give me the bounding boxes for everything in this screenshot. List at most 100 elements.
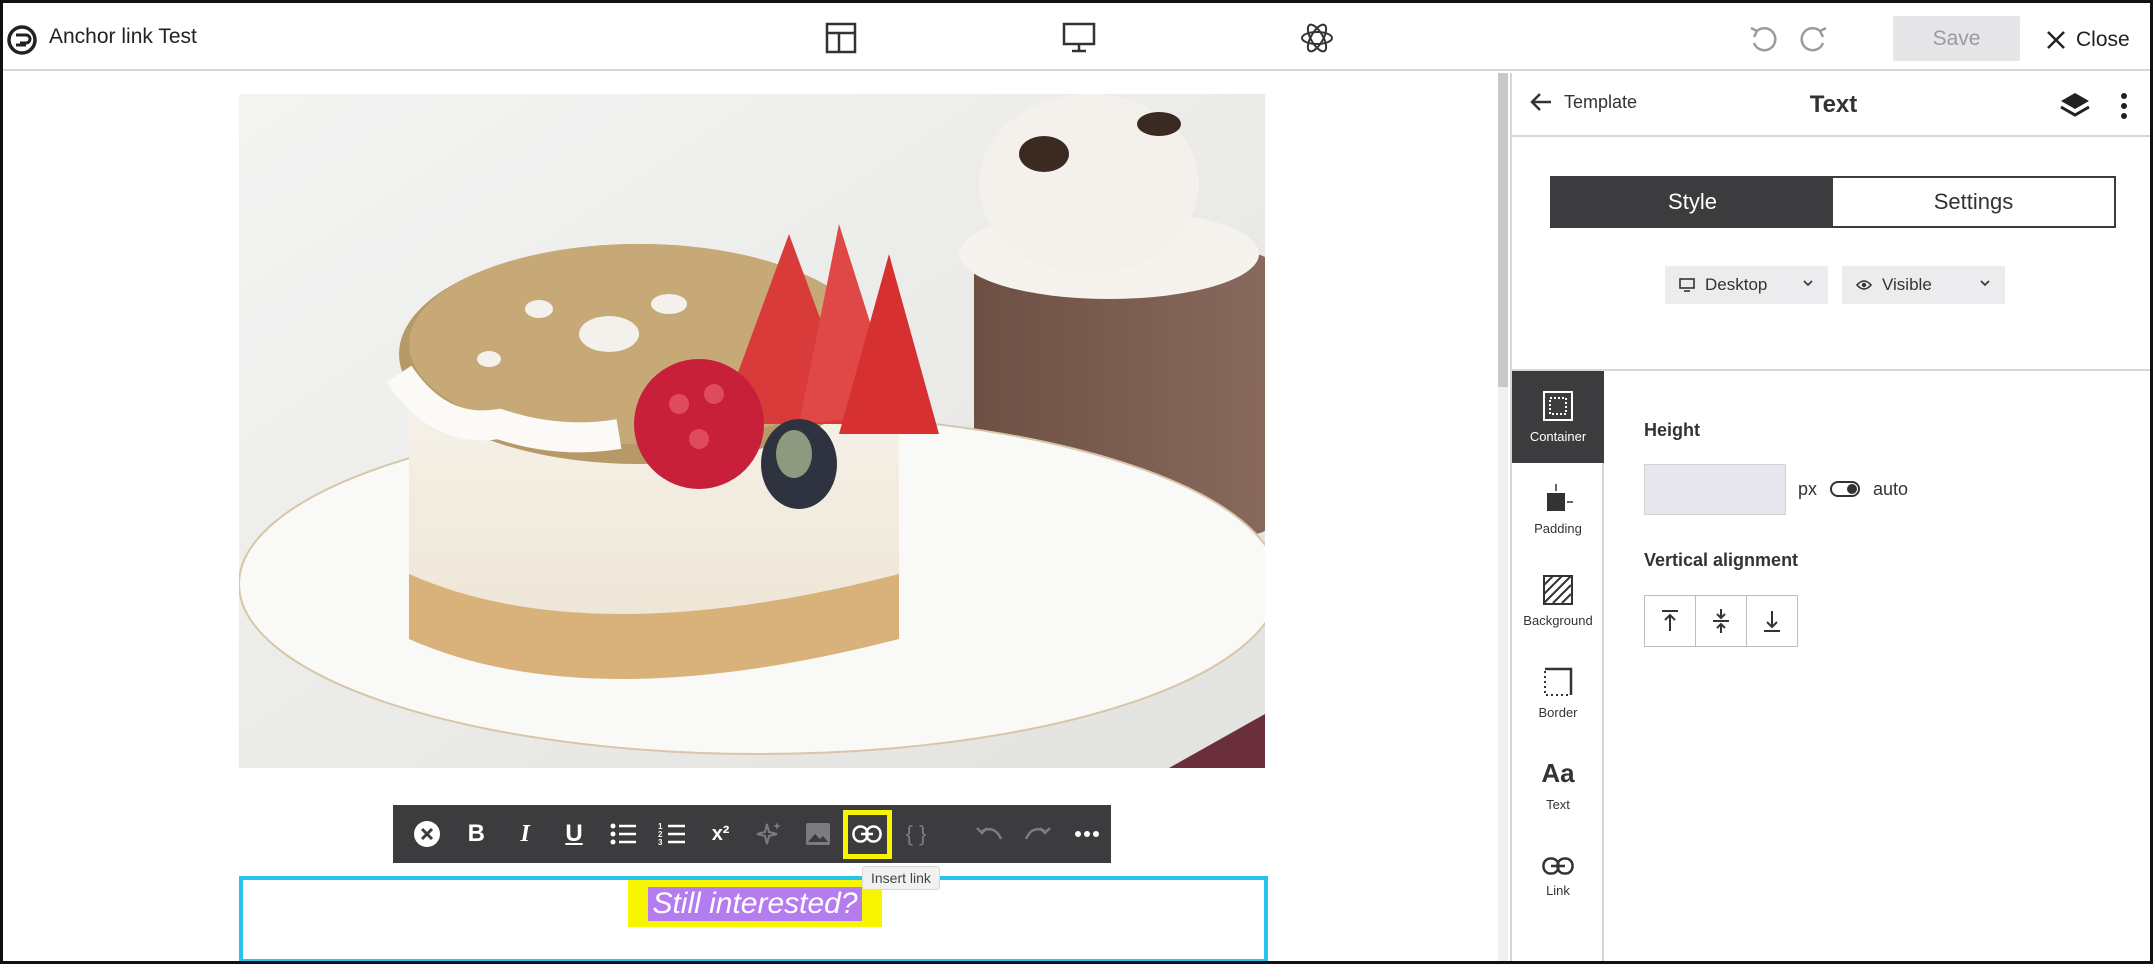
superscript-button[interactable]: x² [696, 810, 745, 859]
nav-item-link[interactable]: Link [1512, 831, 1604, 923]
nav-label: Padding [1534, 520, 1582, 536]
align-middle-button[interactable] [1696, 596, 1747, 646]
layers-icon[interactable] [2058, 91, 2092, 121]
align-bottom-icon [1764, 611, 1780, 632]
vertical-alignment-group [1644, 595, 1798, 647]
image-icon [806, 823, 831, 845]
link-icon [1542, 856, 1574, 875]
nav-item-text[interactable]: Aa Text [1512, 739, 1604, 831]
selected-text-highlight[interactable]: Still interested? [628, 880, 882, 927]
nav-label: Border [1538, 704, 1578, 720]
nav-label: Background [1523, 612, 1593, 628]
ai-assist-button[interactable] [745, 810, 794, 859]
close-icon [2047, 31, 2065, 49]
monitor-small-icon [1679, 278, 1695, 292]
tab-style[interactable]: Style [1552, 178, 1833, 226]
chevron-down-icon [1803, 280, 1813, 287]
properties-panel: Text Template Style Settings Desktop Vis… [1510, 73, 2150, 961]
underline-button[interactable]: U [550, 810, 599, 859]
numbered-list-icon: 1 2 3 [658, 822, 685, 847]
close-button[interactable]: Close [2046, 23, 2130, 57]
rte-redo-button[interactable] [1013, 810, 1062, 859]
back-to-template-button[interactable]: Template [1530, 91, 1637, 113]
text-icon: Aa [1541, 758, 1575, 788]
rich-text-toolbar: B I U 1 2 3 x² {} [393, 805, 1111, 863]
panel-header: Text Template [1512, 73, 2150, 137]
redo-arrow-icon [1024, 827, 1051, 840]
vertical-alignment-label: Vertical alignment [1644, 550, 1799, 570]
layout-view-button[interactable] [822, 19, 860, 57]
height-unit-label: px [1798, 479, 1818, 499]
layout-icon [825, 22, 857, 54]
italic-button[interactable]: I [501, 810, 550, 859]
redo-icon[interactable] [1796, 23, 1830, 57]
background-icon [1543, 574, 1573, 605]
more-horizontal-icon [1074, 831, 1099, 837]
eye-icon [1856, 280, 1872, 290]
undo-icon[interactable] [1747, 23, 1781, 57]
panel-divider [1512, 369, 2150, 371]
integrations-button[interactable] [1298, 19, 1336, 57]
canvas-scrollbar-track[interactable] [1498, 387, 1508, 961]
link-icon [852, 825, 882, 843]
align-top-icon [1662, 610, 1678, 631]
sparkle-icon [757, 822, 782, 845]
device-dropdown[interactable]: Desktop [1665, 266, 1828, 304]
insert-link-tooltip: Insert link [862, 866, 940, 890]
nav-label: Container [1529, 428, 1587, 444]
numbered-list-button[interactable]: 1 2 3 [647, 810, 696, 859]
underline-label: U [565, 820, 583, 847]
visibility-dropdown[interactable]: Visible [1842, 266, 2005, 304]
cake-photo-illustration [239, 94, 1265, 768]
padding-icon [1547, 483, 1573, 511]
nav-item-container[interactable]: Container [1512, 371, 1604, 463]
insert-link-button[interactable] [842, 809, 892, 859]
app-window: Anchor link Test Save Close Still intere… [0, 0, 2153, 964]
align-middle-icon [1713, 609, 1729, 633]
style-category-nav: Container Padding Background Border Aa T… [1512, 371, 1604, 961]
italic-label: I [520, 820, 530, 847]
auto-height-toggle[interactable] [1830, 481, 1860, 497]
bulleted-list-icon [610, 823, 636, 845]
nav-item-background[interactable]: Background [1512, 555, 1604, 647]
nav-item-padding[interactable]: Padding [1512, 463, 1604, 555]
top-bar: Anchor link Test Save Close [3, 3, 2150, 71]
chevron-down-icon [1980, 280, 1990, 287]
close-label: Close [2076, 28, 2130, 51]
nav-item-border[interactable]: Border [1512, 647, 1604, 739]
align-bottom-button[interactable] [1747, 596, 1797, 646]
back-label: Template [1564, 91, 1638, 112]
more-options-button[interactable] [1062, 810, 1111, 859]
device-dropdown-value: Desktop [1705, 275, 1768, 294]
border-icon [1544, 667, 1573, 696]
desktop-preview-button[interactable] [1060, 19, 1098, 57]
document-title: Anchor link Test [49, 25, 197, 48]
svg-text:3: 3 [658, 838, 663, 847]
undo-arrow-icon [975, 827, 1002, 840]
arrow-left-icon [1530, 93, 1551, 111]
nav-label: Text [1546, 797, 1570, 812]
align-top-button[interactable] [1645, 596, 1696, 646]
toggle-knob [1847, 484, 1857, 494]
visibility-dropdown-value: Visible [1882, 275, 1932, 294]
selected-text[interactable]: Still interested? [648, 886, 862, 921]
insert-image-button[interactable] [794, 810, 843, 859]
atom-icon [1301, 23, 1333, 53]
bulleted-list-button[interactable] [598, 810, 647, 859]
save-button[interactable]: Save [1893, 16, 2020, 61]
more-vertical-icon[interactable] [2112, 91, 2136, 121]
cake-image[interactable] [239, 94, 1265, 768]
nav-label: Link [1546, 882, 1570, 898]
rte-undo-button[interactable] [964, 810, 1013, 859]
container-icon [1543, 390, 1573, 421]
panel-tabs: Style Settings [1550, 176, 2116, 228]
auto-label: auto [1873, 479, 1909, 499]
tab-settings[interactable]: Settings [1833, 178, 2114, 226]
clear-circle-icon [414, 821, 441, 847]
clear-format-button[interactable] [403, 810, 452, 859]
canvas-scrollbar-thumb[interactable] [1498, 73, 1508, 387]
height-input[interactable] [1644, 464, 1786, 515]
bold-button[interactable]: B [452, 810, 501, 859]
monitor-icon [1062, 22, 1096, 53]
merge-tag-button[interactable]: { } [892, 810, 941, 859]
